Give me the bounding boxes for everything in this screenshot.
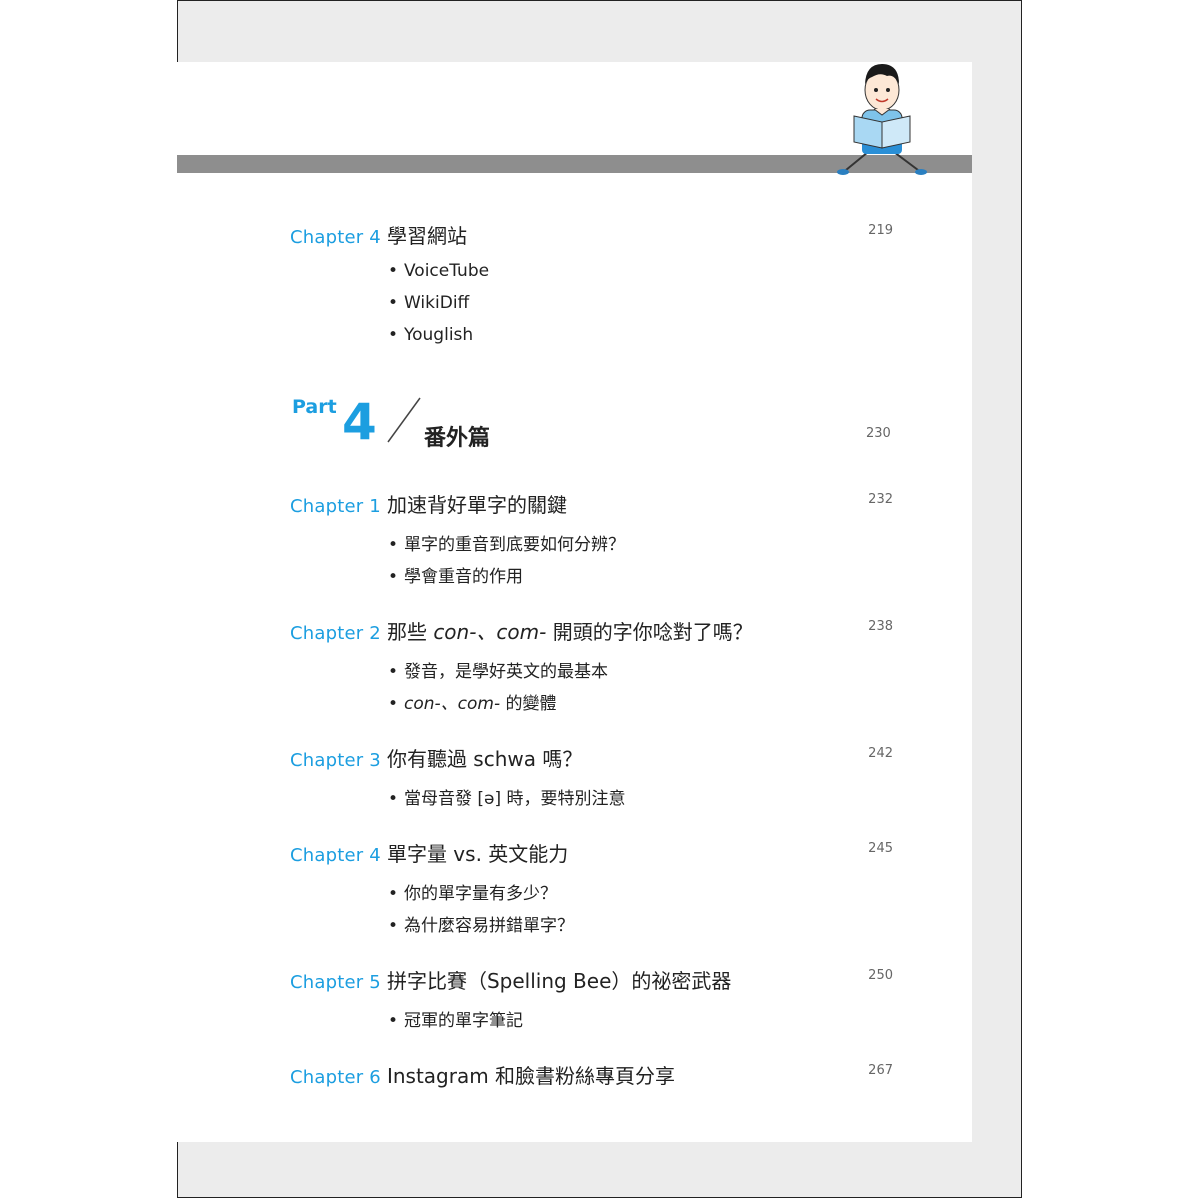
chapter-title: 加速背好單字的關鍵 (386, 493, 567, 517)
page-number: 238 (868, 619, 893, 634)
toc-entry[interactable]: Chapter 3 你有聽過 schwa 嗎？ 242 (290, 743, 893, 772)
toc-entry[interactable]: Chapter 5 拼字比賽（Spelling Bee）的祕密武器 250 (290, 965, 893, 994)
toc-entry[interactable]: Chapter 4 學習網站 219 (290, 220, 893, 249)
chapter-label: Chapter 4 (290, 227, 381, 248)
page-number: 250 (868, 968, 893, 983)
page-number: 245 (868, 841, 893, 856)
page-number: 242 (868, 746, 893, 761)
toc-bullet: • VoiceTube (388, 261, 490, 281)
chapter-title: 拼字比賽（Spelling Bee）的祕密武器 (386, 969, 732, 993)
toc-bullet: • 為什麼容易拼錯單字？ (388, 916, 574, 936)
chapter-label: Chapter 3 (290, 750, 381, 771)
part-label: Part (292, 396, 337, 418)
toc-entry[interactable]: Chapter 2 那些 con-、com- 開頭的字你唸對了嗎？ 238 (290, 616, 893, 645)
page-number: 230 (866, 426, 891, 441)
chapter-label: Chapter 2 (290, 623, 381, 644)
chapter-label: Chapter 1 (290, 496, 381, 517)
toc-bullet: • con-、com- 的變體 (388, 694, 557, 714)
page-number: 219 (868, 223, 893, 238)
toc-bullet: • 學會重音的作用 (388, 567, 523, 587)
chapter-label: Chapter 6 (290, 1067, 381, 1088)
part-number: 4 (342, 393, 377, 451)
boy-reading-book-icon (837, 64, 927, 175)
toc-entry[interactable]: Chapter 4 單字量 vs. 英文能力 245 (290, 838, 893, 867)
divider-slash (387, 397, 421, 443)
chapter-title: 那些 con-、com- 開頭的字你唸對了嗎？ (386, 620, 753, 644)
chapter-title: 學習網站 (386, 224, 467, 248)
page-number: 232 (868, 492, 893, 507)
part-title: 番外篇 (424, 426, 491, 451)
toc-bullet: • 當母音發 [ə] 時，要特別注意 (388, 789, 626, 809)
chapter-title: 單字量 vs. 英文能力 (386, 842, 569, 866)
chapter-title: Instagram 和臉書粉絲專頁分享 (386, 1064, 676, 1088)
toc-bullet: • 單字的重音到底要如何分辨？ (388, 535, 625, 555)
toc-bullet: • 冠軍的單字筆記 (388, 1011, 523, 1031)
toc-bullet: • 發音，是學好英文的最基本 (388, 662, 608, 682)
page-number: 267 (868, 1063, 893, 1078)
toc-bullet: • Youglish (388, 325, 474, 345)
toc-entry[interactable]: Chapter 1 加速背好單字的關鍵 232 (290, 489, 893, 518)
chapter-label: Chapter 4 (290, 845, 381, 866)
toc-entry[interactable]: Chapter 6 Instagram 和臉書粉絲專頁分享 267 (290, 1060, 893, 1089)
chapter-title: 你有聽過 schwa 嗎？ (386, 747, 583, 771)
toc-bullet: • WikiDiff (388, 293, 470, 313)
toc-bullet: • 你的單字量有多少？ (388, 884, 557, 904)
chapter-label: Chapter 5 (290, 972, 381, 993)
